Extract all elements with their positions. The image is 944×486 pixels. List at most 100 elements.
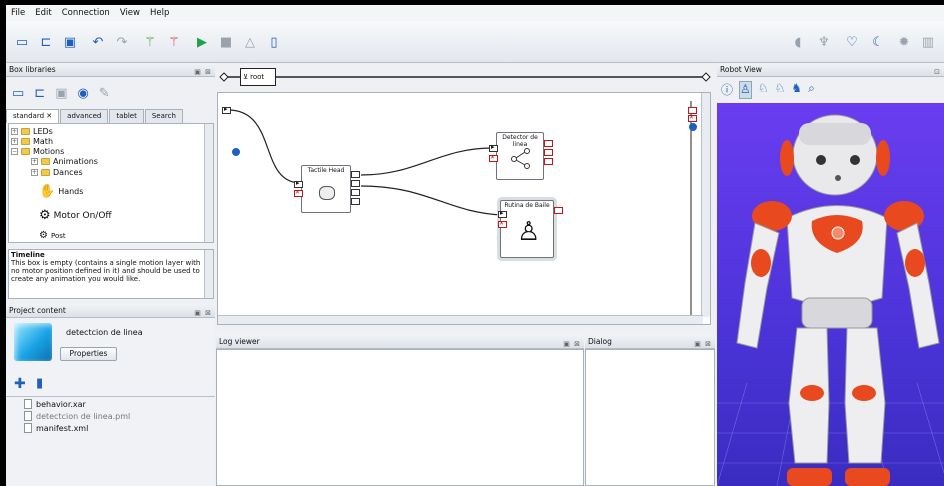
canvas-hscrollbar[interactable] — [218, 315, 703, 324]
tactile-output-3[interactable] — [351, 189, 360, 196]
box-rutina-de-baile[interactable]: Rutina de Baile ♙ — [500, 200, 554, 258]
undo-icon[interactable]: ↶ — [88, 32, 108, 52]
rest-icon[interactable]: ☾ — [868, 32, 888, 52]
view-front-icon[interactable]: ♘ — [758, 81, 769, 99]
open-library-icon[interactable]: ⊏ — [34, 86, 45, 101]
detector-output-2[interactable] — [544, 149, 553, 156]
menu-connection[interactable]: Connection — [62, 8, 110, 18]
tab-advanced[interactable]: advanced — [60, 109, 109, 123]
tactile-output-1[interactable] — [351, 171, 360, 178]
delete-file-icon[interactable]: ▮ — [36, 376, 43, 391]
box-title: Rutina de Baile — [504, 202, 550, 209]
menu-help[interactable]: Help — [150, 8, 169, 18]
disconnect-icon[interactable]: ⚚ — [164, 32, 184, 52]
tactile-stop-port[interactable] — [294, 189, 303, 197]
info-icon[interactable]: ⓘ — [721, 81, 733, 99]
tree-item-motions[interactable]: − Motions — [11, 147, 64, 156]
tab-search[interactable]: Search — [144, 109, 183, 123]
input-onstart-port[interactable] — [222, 105, 231, 114]
panel-controls[interactable]: ▣ ⊠ — [194, 65, 212, 79]
detector-output-3[interactable] — [544, 158, 553, 165]
tree-item-post[interactable]: ⚙ Post — [39, 230, 66, 241]
robot-view-title: Robot View — [720, 65, 762, 74]
output-onstopped-port[interactable] — [688, 107, 697, 114]
view-zoom-icon[interactable]: ⌕ — [808, 81, 815, 99]
save-project-icon[interactable]: ▣ — [60, 32, 80, 52]
parameter-icon[interactable] — [232, 148, 240, 156]
tab-standard[interactable]: standard ✕ — [6, 109, 60, 123]
menu-bar: File Edit Connection View Help — [6, 5, 944, 21]
detector-stop-port[interactable] — [489, 154, 498, 162]
dialog-content[interactable] — [585, 349, 715, 486]
debug-icon[interactable]: △ — [240, 32, 260, 52]
tree-item-math[interactable]: + Math — [11, 137, 53, 146]
detector-output-1[interactable] — [544, 140, 553, 147]
robot-3d-view[interactable] — [717, 103, 944, 486]
project-cube-icon — [14, 323, 52, 361]
root-icon: ⊻ — [243, 73, 249, 81]
volume-icon[interactable]: ◖ — [788, 32, 808, 52]
tree-item-animations[interactable]: + Animations — [31, 157, 98, 166]
tactile-output-2[interactable] — [351, 180, 360, 187]
tree-item-leds[interactable]: + LEDs — [11, 127, 53, 136]
tree-item-motor-on-off[interactable]: ⚙ Motor On/Off — [39, 208, 112, 223]
save-library-icon[interactable]: ▣ — [55, 86, 67, 101]
tree-item-dances[interactable]: + Dances — [31, 168, 83, 177]
flow-diagram-canvas[interactable]: Tactile Head Detector de linea Rutina de… — [217, 92, 711, 325]
graph-icon — [511, 148, 530, 169]
new-library-icon[interactable]: ▭ — [12, 86, 24, 101]
file-behavior[interactable]: behavior.xar — [24, 399, 86, 409]
view-robot-icon[interactable]: ♙ — [739, 81, 752, 99]
view-side-icon[interactable]: ♘ — [775, 81, 786, 99]
box-tactile-head[interactable]: Tactile Head — [301, 165, 351, 213]
dialog-panel: Dialog ▣ ⊠ — [585, 335, 715, 486]
properties-button[interactable]: Properties — [60, 347, 117, 361]
canvas-vscrollbar[interactable] — [701, 93, 710, 317]
tactile-input-port[interactable] — [294, 179, 303, 188]
breadcrumb[interactable]: ⊻ root — [240, 68, 276, 86]
tactile-output-4[interactable] — [351, 198, 360, 205]
description-scrollbar[interactable] — [204, 250, 213, 298]
view-top-icon[interactable]: ♞ — [791, 81, 802, 99]
menu-file[interactable]: File — [11, 8, 25, 18]
tree-scrollbar[interactable] — [204, 124, 213, 242]
library-tree: + LEDs + Math − Motions + Animations + Dances… — [8, 123, 214, 243]
detector-input-port[interactable] — [489, 143, 498, 152]
post-icon: ⚙ — [39, 230, 48, 241]
connect-icon[interactable]: ⚚ — [140, 32, 160, 52]
description-text: This box is empty (contains a single mot… — [11, 259, 201, 283]
rutina-stop-port[interactable] — [498, 220, 507, 228]
library-tabs: standard ✕ advanced tablet Search — [6, 109, 215, 123]
box-detector-de-linea[interactable]: Detector de linea — [496, 132, 544, 180]
connection-lines — [227, 101, 692, 315]
menu-view[interactable]: View — [120, 8, 140, 18]
output-parameter-icon[interactable] — [689, 123, 697, 131]
library-settings-icon[interactable]: ◉ — [78, 86, 89, 101]
output-stop-port[interactable] — [688, 114, 697, 122]
stop-icon[interactable]: ■ — [216, 32, 236, 52]
wake-up-icon[interactable]: ♡ — [842, 32, 862, 52]
file-pml[interactable]: detectcion de linea.pml — [24, 411, 130, 421]
file-manifest[interactable]: manifest.xml — [24, 423, 88, 433]
animation-mode-icon[interactable]: ♆ — [814, 32, 834, 52]
rutina-output-port[interactable] — [554, 207, 563, 214]
project-content-title: Project content — [9, 306, 66, 315]
redo-icon[interactable]: ↷ — [112, 32, 132, 52]
settings-icon[interactable]: ✹ — [894, 32, 914, 52]
breadcrumb-root: root — [250, 73, 265, 81]
add-file-icon[interactable]: ✚ — [14, 376, 26, 392]
tab-tablet[interactable]: tablet — [109, 109, 144, 123]
flow-breadcrumb-bar: ⊻ root — [216, 63, 720, 91]
folder-icon — [41, 158, 50, 165]
rutina-input-port[interactable] — [498, 209, 507, 218]
new-project-icon[interactable]: ▭ — [12, 32, 32, 52]
log-viewer-content[interactable] — [216, 349, 584, 486]
app-window: File Edit Connection View Help ▭ ⊏ ▣ ↶ ↷… — [6, 5, 944, 486]
tree-item-hands[interactable]: ✋ Hands — [39, 184, 83, 199]
file-icon — [24, 399, 32, 409]
play-icon[interactable]: ▶ — [192, 32, 212, 52]
open-project-icon[interactable]: ⊏ — [36, 32, 56, 52]
menu-edit[interactable]: Edit — [35, 8, 51, 18]
edit-library-icon[interactable]: ✎ — [99, 86, 110, 101]
more-icon[interactable]: ▥ — [918, 32, 938, 52]
